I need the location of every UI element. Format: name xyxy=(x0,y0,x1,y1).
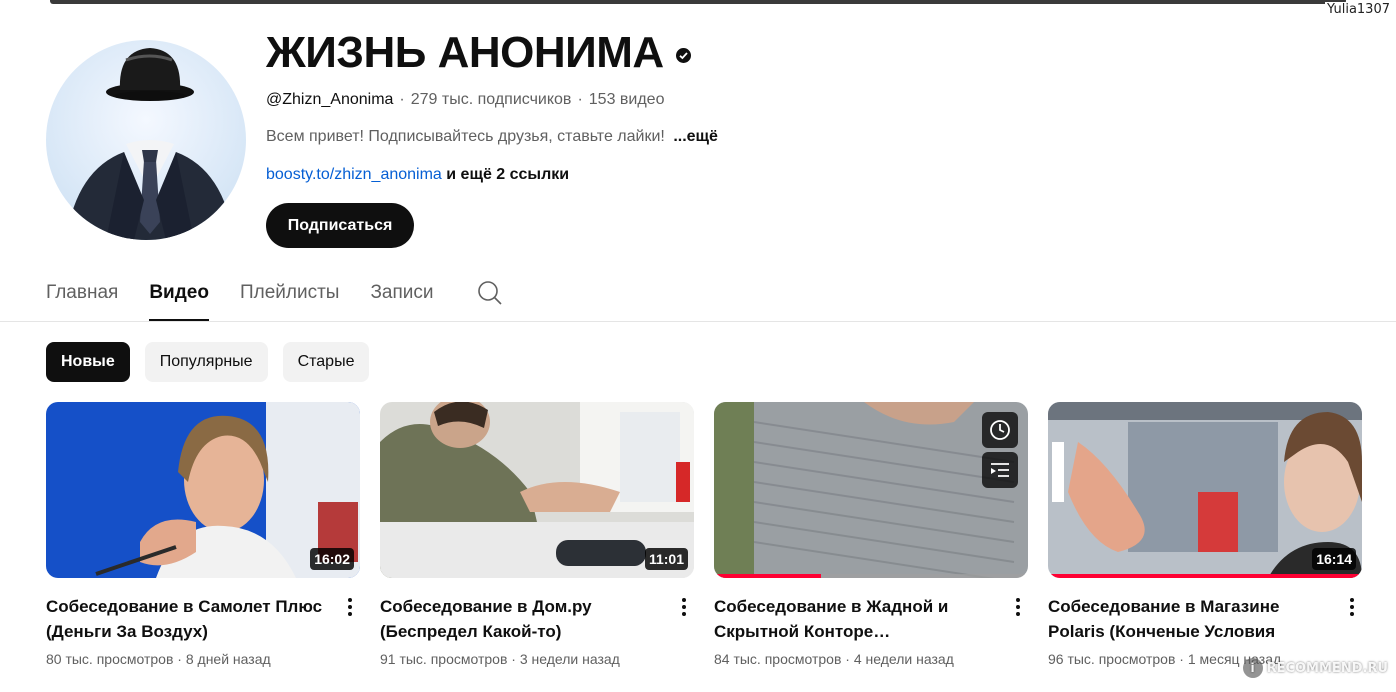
video-card[interactable]: 16:14 Собеседование в Магазине Polaris (… xyxy=(1048,402,1362,667)
separator-dot: · xyxy=(399,91,405,108)
description-text: Всем привет! Подписывайтесь друзья, став… xyxy=(266,128,665,145)
browser-top-edge xyxy=(50,0,1346,4)
video-meta: 84 тыс. просмотров · 4 недели назад xyxy=(714,651,954,667)
video-thumbnail[interactable]: 16:02 xyxy=(46,402,360,578)
watermark-username: Yulia1307 xyxy=(1325,2,1392,17)
video-info: Собеседование в Самолет Плюс (Деньги За … xyxy=(46,594,360,667)
video-duration: 16:02 xyxy=(310,548,354,570)
video-menu-button[interactable] xyxy=(1008,594,1028,667)
video-card[interactable]: 16:02 Собеседование в Самолет Плюс (День… xyxy=(46,402,360,667)
tab-home[interactable]: Главная xyxy=(46,270,118,321)
tab-posts[interactable]: Записи xyxy=(370,270,433,321)
video-views: 80 тыс. просмотров xyxy=(46,651,174,667)
chip-oldest[interactable]: Старые xyxy=(282,342,370,382)
description-more-button[interactable]: ...ещё xyxy=(673,128,718,145)
video-card[interactable]: Собеседование в Жадной и Скрытной Контор… xyxy=(714,402,1028,667)
video-menu-button[interactable] xyxy=(340,594,360,667)
video-info: Собеседование в Дом.ру (Беспредел Какой-… xyxy=(380,594,694,667)
watermark-site: i RECOMMEND.RU xyxy=(1242,658,1388,678)
video-age: 8 дней назад xyxy=(185,651,271,667)
watermark-site-text: RECOMMEND.RU xyxy=(1266,660,1388,676)
channel-description[interactable]: Всем привет! Подписывайтесь друзья, став… xyxy=(266,128,718,146)
watch-progress-bar xyxy=(1048,574,1362,578)
channel-link[interactable]: boosty.to/zhizn_anonima xyxy=(266,166,442,183)
channel-avatar[interactable] xyxy=(46,40,246,240)
video-thumbnail[interactable]: 11:01 xyxy=(380,402,694,578)
video-views: 91 тыс. просмотров xyxy=(380,651,508,667)
video-count: 153 видео xyxy=(588,91,665,108)
video-meta: 80 тыс. просмотров · 8 дней назад xyxy=(46,651,271,667)
sort-chips: Новые Популярные Старые xyxy=(46,342,370,382)
video-age: 4 недели назад xyxy=(853,651,954,667)
tabs-divider xyxy=(0,321,1396,322)
video-info: Собеседование в Жадной и Скрытной Контор… xyxy=(714,594,1028,667)
watch-progress-bar xyxy=(714,574,821,578)
video-title[interactable]: Собеседование в Самолет Плюс (Деньги За … xyxy=(46,594,326,644)
video-duration: 16:14 xyxy=(1312,548,1356,570)
video-duration: 11:01 xyxy=(644,548,688,570)
chip-popular[interactable]: Популярные xyxy=(144,342,268,382)
video-views: 84 тыс. просмотров xyxy=(714,651,842,667)
video-menu-button[interactable] xyxy=(1342,594,1362,667)
tab-videos[interactable]: Видео xyxy=(149,270,209,321)
add-to-queue-icon[interactable] xyxy=(982,452,1018,488)
video-grid: 16:02 Собеседование в Самолет Плюс (День… xyxy=(46,402,1362,667)
video-menu-button[interactable] xyxy=(674,594,694,667)
thumbnail-image xyxy=(714,402,1028,578)
more-links-button[interactable]: и ещё 2 ссылки xyxy=(446,166,569,183)
channel-links: boosty.to/zhizn_anonima и ещё 2 ссылки xyxy=(266,166,569,184)
channel-search-icon[interactable] xyxy=(477,270,503,311)
invisible-man-illustration xyxy=(66,48,234,240)
video-meta: 91 тыс. просмотров · 3 недели назад xyxy=(380,651,620,667)
video-views: 96 тыс. просмотров xyxy=(1048,651,1176,667)
channel-meta: @Zhizn_Anonima · 279 тыс. подписчиков · … xyxy=(266,91,664,109)
channel-title: ЖИЗНЬ АНОНИМА xyxy=(266,28,691,78)
video-thumbnail[interactable] xyxy=(714,402,1028,578)
video-thumbnail[interactable]: 16:14 xyxy=(1048,402,1362,578)
video-title[interactable]: Собеседование в Жадной и Скрытной Контор… xyxy=(714,594,994,644)
video-title[interactable]: Собеседование в Дом.ру (Беспредел Какой-… xyxy=(380,594,660,644)
video-info: Собеседование в Магазине Polaris (Кончен… xyxy=(1048,594,1362,667)
site-logo-icon: i xyxy=(1242,658,1263,678)
chip-newest[interactable]: Новые xyxy=(46,342,130,382)
tab-playlists[interactable]: Плейлисты xyxy=(240,270,339,321)
video-title[interactable]: Собеседование в Магазине Polaris (Кончен… xyxy=(1048,594,1328,644)
separator-dot: · xyxy=(577,91,583,108)
subscriber-count: 279 тыс. подписчиков xyxy=(410,91,572,108)
channel-name: ЖИЗНЬ АНОНИМА xyxy=(266,28,664,77)
video-age: 3 недели назад xyxy=(519,651,620,667)
subscribe-button[interactable]: Подписаться xyxy=(266,203,414,248)
video-card[interactable]: 11:01 Собеседование в Дом.ру (Беспредел … xyxy=(380,402,694,667)
watch-later-icon[interactable] xyxy=(982,412,1018,448)
channel-tabs: Главная Видео Плейлисты Записи xyxy=(46,270,503,322)
channel-handle: @Zhizn_Anonima xyxy=(266,91,394,108)
verified-check-icon xyxy=(675,47,691,63)
